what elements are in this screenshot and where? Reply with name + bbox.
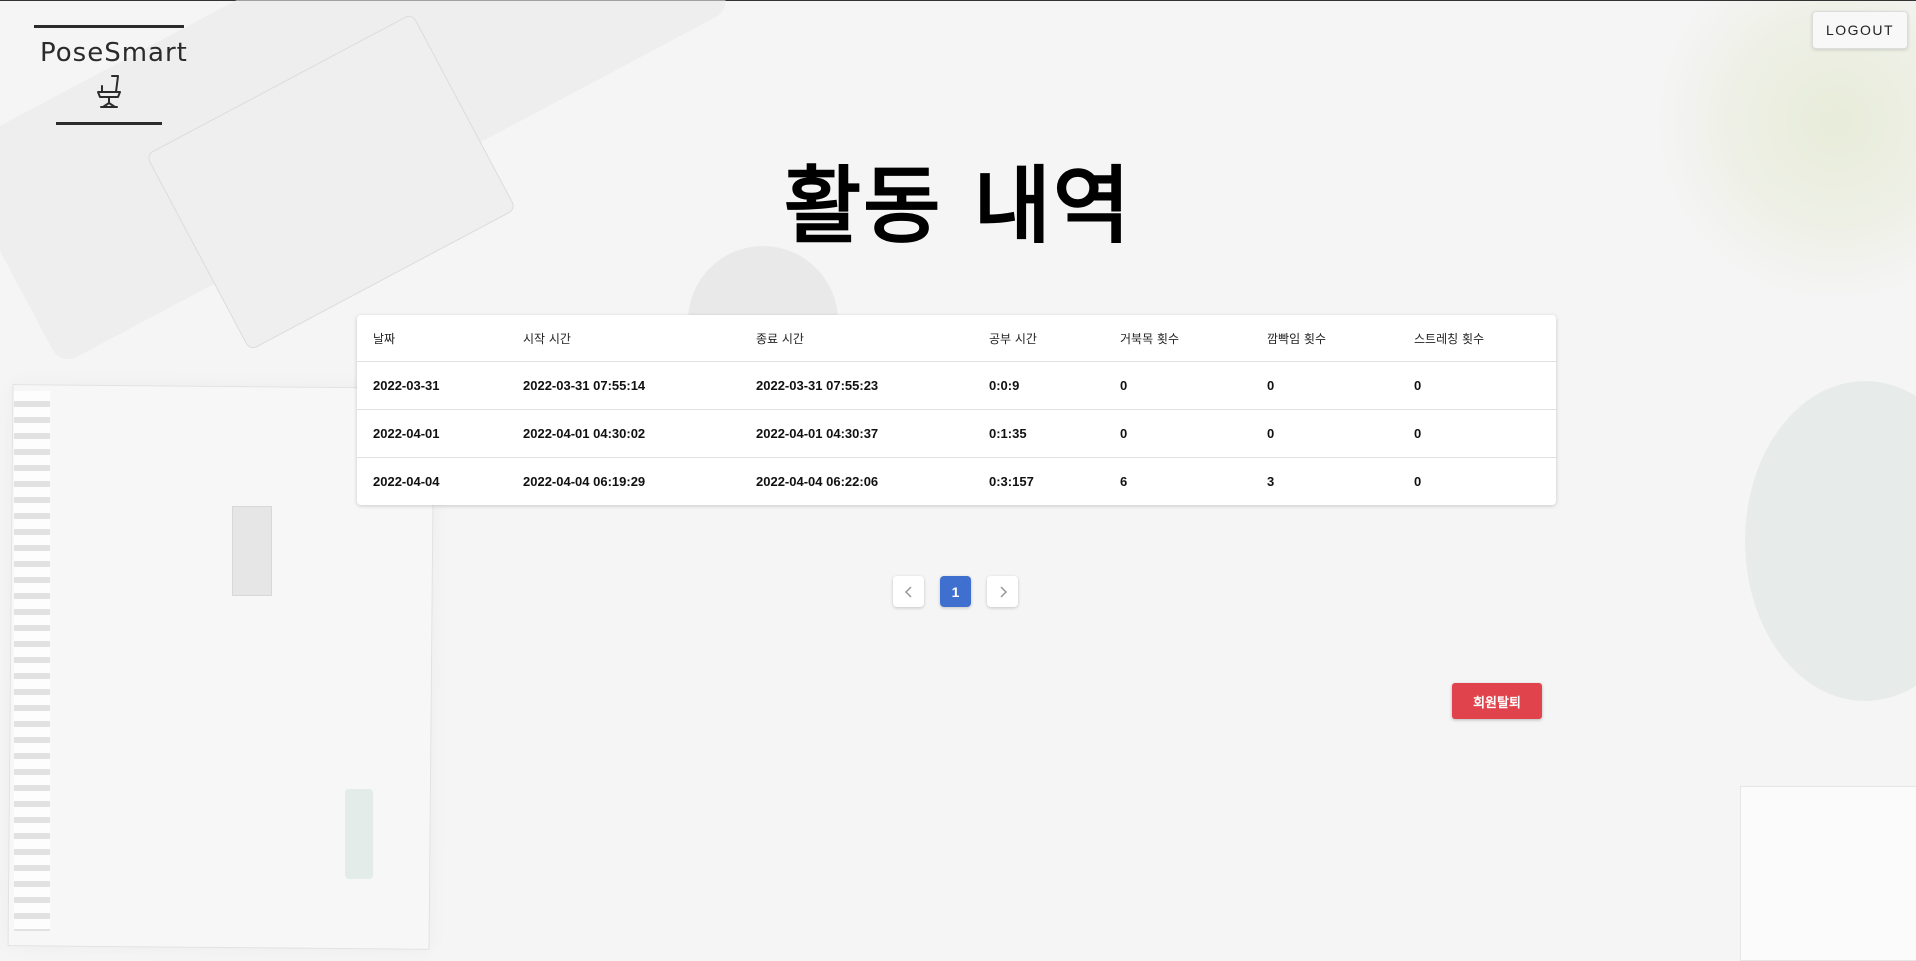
cell-date: 2022-04-04 <box>373 474 440 489</box>
cell-start-time: 2022-04-04 06:19:29 <box>523 474 646 489</box>
logout-button[interactable]: LOGOUT <box>1812 11 1908 49</box>
column-header-turtle-neck-count: 거북목 횟수 <box>1104 315 1251 362</box>
teapot-image <box>1745 381 1916 701</box>
table-row: 2022-04-01 2022-04-01 04:30:02 2022-04-0… <box>357 409 1556 458</box>
column-header-start-time: 시작 시간 <box>507 315 740 362</box>
cell-turtle-neck-count: 0 <box>1104 409 1251 458</box>
eraser-image <box>345 789 373 879</box>
cell-turtle-neck-count: 6 <box>1120 474 1128 489</box>
column-header-end-time: 종료 시간 <box>740 315 973 362</box>
notebook-spiral-image <box>14 391 50 931</box>
cell-blink-count: 0 <box>1251 361 1398 410</box>
table-row: 2022-03-31 2022-03-31 07:55:14 2022-03-3… <box>357 361 1556 410</box>
cell-date: 2022-03-31 <box>357 361 507 410</box>
chevron-left-icon <box>904 585 912 598</box>
notepad-image <box>1740 786 1916 961</box>
pagination: 1 <box>893 576 1018 607</box>
cell-turtle-neck-count: 0 <box>1104 361 1251 410</box>
activity-table-card: 날짜 시작 시간 종료 시간 공부 시간 거북목 횟수 깜빡임 횟수 스트레칭 … <box>357 315 1556 505</box>
logo-brand: PoseSmart <box>40 38 188 68</box>
cell-stretching-count: 0 <box>1398 409 1556 458</box>
page-title: 활동 내역 <box>783 157 1133 255</box>
cell-end-time: 2022-04-01 04:30:37 <box>740 409 973 458</box>
column-header-study-time: 공부 시간 <box>973 315 1104 362</box>
cell-end-time: 2022-04-04 06:22:06 <box>756 474 879 489</box>
cell-start-time: 2022-04-01 04:30:02 <box>507 409 740 458</box>
page-button-1[interactable]: 1 <box>940 576 971 607</box>
logo[interactable]: PoseSmart <box>34 25 188 125</box>
cell-blink-count: 3 <box>1267 474 1275 489</box>
desk-chair-icon <box>97 75 121 108</box>
cell-study-time: 0:0:9 <box>973 361 1104 410</box>
logo-rule-top <box>34 25 184 28</box>
cell-blink-count: 0 <box>1251 409 1398 458</box>
column-header-blink-count: 깜빡임 횟수 <box>1251 315 1398 362</box>
table-header-row: 날짜 시작 시간 종료 시간 공부 시간 거북목 횟수 깜빡임 횟수 스트레칭 … <box>357 315 1556 362</box>
cell-study-time: 0:3:157 <box>989 474 1034 489</box>
cell-study-time: 0:1:35 <box>973 409 1104 458</box>
cell-date: 2022-04-01 <box>357 409 507 458</box>
table-row: 2022-04-04 2022-04-04 06:19:29 2022-04-0… <box>357 458 1556 506</box>
cell-end-time: 2022-03-31 07:55:23 <box>740 361 973 410</box>
cell-start-time: 2022-03-31 07:55:14 <box>507 361 740 410</box>
withdraw-membership-button[interactable]: 회원탈퇴 <box>1452 683 1542 719</box>
logo-rule-bottom <box>56 122 162 125</box>
next-page-button[interactable] <box>987 576 1018 607</box>
binder-clip-image <box>232 506 272 596</box>
prev-page-button[interactable] <box>893 576 924 607</box>
chevron-right-icon <box>999 585 1007 598</box>
cell-stretching-count: 0 <box>1398 361 1556 410</box>
activity-table: 날짜 시작 시간 종료 시간 공부 시간 거북목 횟수 깜빡임 횟수 스트레칭 … <box>357 315 1556 505</box>
column-header-date: 날짜 <box>357 315 507 362</box>
cell-stretching-count: 0 <box>1414 474 1422 489</box>
column-header-stretching-count: 스트레칭 횟수 <box>1398 315 1556 362</box>
